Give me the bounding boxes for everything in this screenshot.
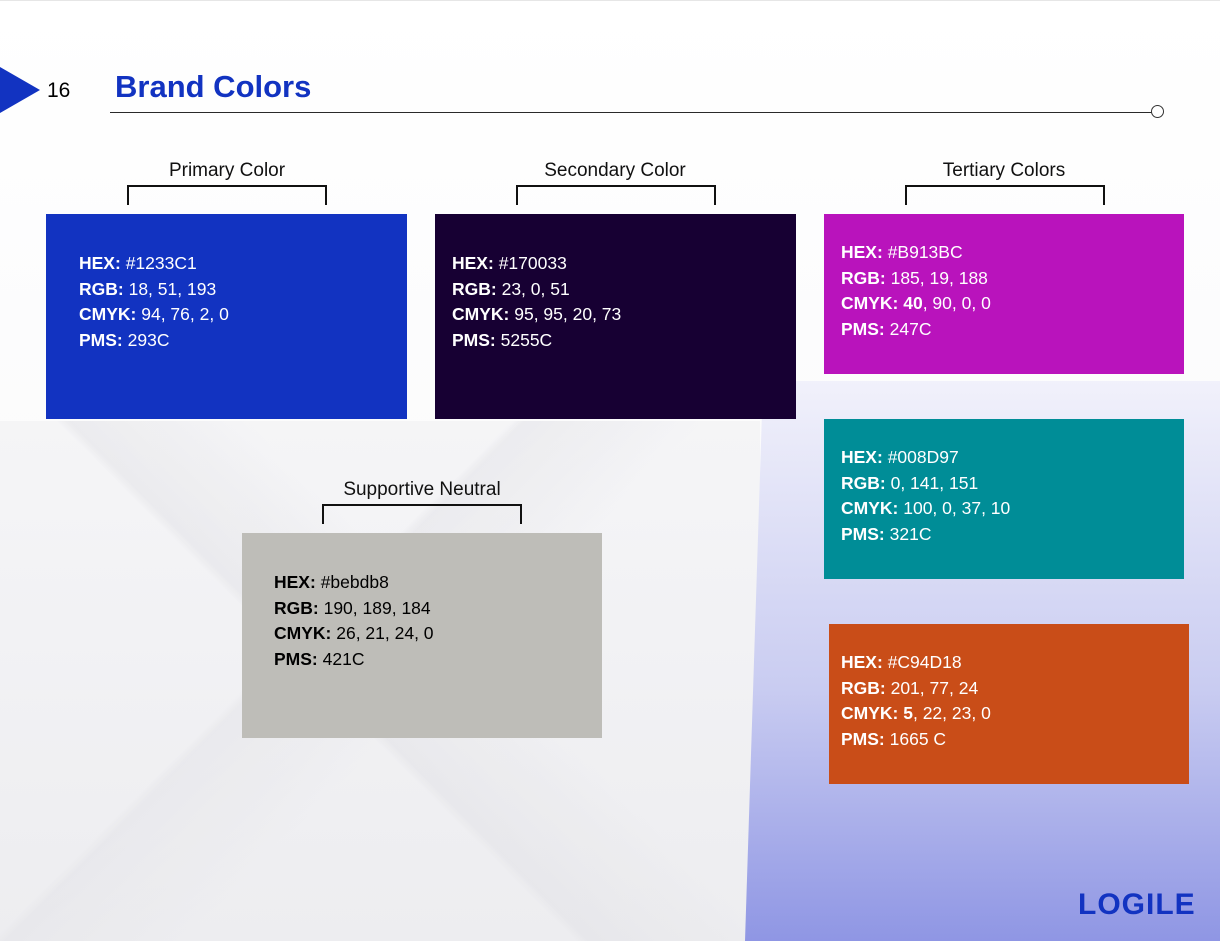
slide: 16 Brand Colors Primary Color HEX: #1233… [0, 0, 1220, 941]
primary-bracket [127, 185, 327, 205]
spec-row-rgb: RGB: 185, 19, 188 [841, 267, 988, 288]
spec-row-rgb: RGB: 201, 77, 24 [841, 677, 979, 698]
swatch-primary: HEX: #1233C1 RGB: 18, 51, 193 CMYK: 94, … [46, 214, 407, 419]
spec-row-pms: PMS: 293C [79, 330, 170, 351]
spec-tertiary-orange: HEX: #C94D18 RGB: 201, 77, 24 CMYK: 5, 2… [841, 650, 991, 753]
spec-row-rgb: RGB: 0, 141, 151 [841, 472, 979, 493]
spec-row-pms: PMS: 321C [841, 524, 932, 545]
primary-label: Primary Color [168, 160, 286, 181]
swatch-secondary: HEX: #170033 RGB: 23, 0, 51 CMYK: 95, 95… [435, 214, 796, 419]
spec-row-cmyk: CMYK: 5, 22, 23, 0 [841, 703, 991, 724]
spec-row-rgb: RGB: 23, 0, 51 [452, 278, 570, 299]
spec-row-cmyk: CMYK: 40, 90, 0, 0 [841, 293, 991, 314]
spec-row-rgb: RGB: 190, 189, 184 [274, 597, 431, 618]
spec-row-hex: HEX: #C94D18 [841, 652, 962, 672]
title-rule [110, 112, 1152, 113]
spec-row-hex: HEX: #bebdb8 [274, 572, 389, 592]
spec-row-hex: HEX: #1233C1 [79, 253, 197, 273]
spec-row-hex: HEX: #008D97 [841, 447, 959, 467]
spec-row-pms: PMS: 247C [841, 319, 932, 340]
spec-tertiary-magenta: HEX: #B913BC RGB: 185, 19, 188 CMYK: 40,… [841, 240, 991, 343]
spec-row-hex: HEX: #B913BC [841, 242, 963, 262]
tertiary-bracket [905, 185, 1105, 205]
swatch-tertiary-orange: HEX: #C94D18 RGB: 201, 77, 24 CMYK: 5, 2… [829, 624, 1189, 784]
rule-end-circle-icon [1151, 105, 1164, 118]
spec-row-cmyk: CMYK: 94, 76, 2, 0 [79, 304, 229, 325]
spec-row-pms: PMS: 421C [274, 649, 365, 670]
spec-row-pms: PMS: 1665 C [841, 729, 947, 750]
spec-row-cmyk: CMYK: 100, 0, 37, 10 [841, 498, 1011, 519]
spec-row-cmyk: CMYK: 95, 95, 20, 73 [452, 304, 622, 325]
spec-row-hex: HEX: #170033 [452, 253, 567, 273]
triangle-marker-icon [0, 67, 40, 113]
logile-logo: LOGILE [1078, 888, 1196, 921]
swatch-neutral: HEX: #bebdb8 RGB: 190, 189, 184 CMYK: 26… [242, 533, 602, 738]
neutral-bracket [322, 504, 522, 524]
swatch-tertiary-teal: HEX: #008D97 RGB: 0, 141, 151 CMYK: 100,… [824, 419, 1184, 579]
neutral-label: Supportive Neutral [343, 479, 501, 500]
tertiary-label: Tertiary Colors [942, 160, 1066, 181]
secondary-label: Secondary Color [544, 160, 686, 181]
spec-tertiary-teal: HEX: #008D97 RGB: 0, 141, 151 CMYK: 100,… [841, 445, 1010, 548]
spec-primary: HEX: #1233C1 RGB: 18, 51, 193 CMYK: 94, … [79, 251, 229, 354]
page-number: 16 [47, 79, 71, 102]
spec-neutral: HEX: #bebdb8 RGB: 190, 189, 184 CMYK: 26… [274, 570, 434, 673]
spec-row-rgb: RGB: 18, 51, 193 [79, 278, 217, 299]
spec-row-pms: PMS: 5255C [452, 330, 553, 351]
page-title: Brand Colors [115, 69, 312, 104]
spec-secondary: HEX: #170033 RGB: 23, 0, 51 CMYK: 95, 95… [452, 251, 621, 354]
swatch-tertiary-magenta: HEX: #B913BC RGB: 185, 19, 188 CMYK: 40,… [824, 214, 1184, 374]
spec-row-cmyk: CMYK: 26, 21, 24, 0 [274, 623, 434, 644]
secondary-bracket [516, 185, 716, 205]
